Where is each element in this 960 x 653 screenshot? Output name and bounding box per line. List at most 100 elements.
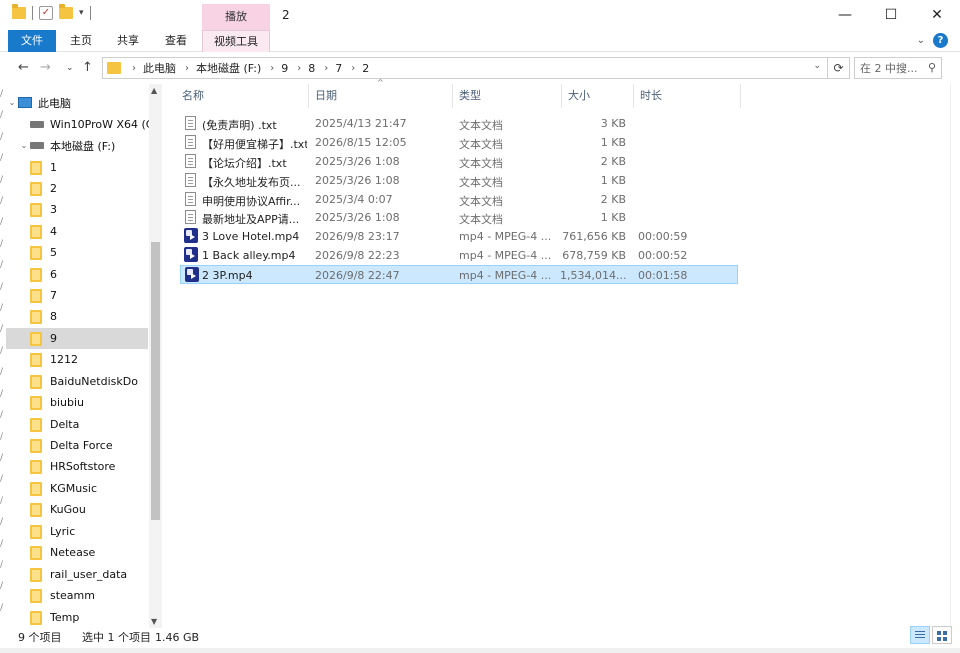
sidebar-item-folder-kgmusic[interactable]: KGMusic <box>30 478 148 499</box>
column-header-type[interactable]: 类型 <box>455 84 562 108</box>
sidebar-item-folder-2[interactable]: 2 <box>30 178 148 199</box>
forward-button[interactable]: → <box>40 60 51 75</box>
search-icon[interactable]: ⚲ <box>928 61 936 74</box>
refresh-button[interactable]: ⟳ <box>828 57 850 79</box>
collapsed-tree-edge: / / / / / / / / / / / / / / / / / / / / / / / / / <box>0 89 4 613</box>
sidebar-item-label: steamm <box>50 589 95 602</box>
file-row[interactable]: 【永久地址发布页... 2025/3/26 1:08 文本文档 1 KB <box>180 171 738 190</box>
file-row[interactable]: 最新地址及APP请... 2025/3/26 1:08 文本文档 1 KB <box>180 208 738 227</box>
expand-ribbon-chevron-icon[interactable]: ⌄ <box>917 35 925 46</box>
file-date: 2025/3/26 1:08 <box>315 211 400 224</box>
sidebar-item-label: 7 <box>50 289 57 302</box>
expand-arrow-icon[interactable]: ⌄ <box>18 141 30 150</box>
chevron-right-icon[interactable]: › <box>351 63 355 74</box>
expand-arrow-icon[interactable]: ⌄ <box>6 98 18 107</box>
column-header-size[interactable]: 大小 <box>564 84 634 108</box>
sidebar-item-folder-6[interactable]: 6 <box>30 264 148 285</box>
close-button[interactable]: ✕ <box>914 0 960 30</box>
search-input[interactable]: 在 2 中搜... ⚲ <box>854 57 942 79</box>
address-bar[interactable]: › 此电脑 › 本地磁盘 (F:) › 9 › 8 › 7 › 2 ⌄ <box>102 57 828 79</box>
content-scrollbar[interactable] <box>950 84 960 628</box>
breadcrumb-7[interactable]: 7 <box>335 62 342 75</box>
sidebar-item-label: Netease <box>50 546 96 559</box>
address-dropdown-chevron-icon[interactable]: ⌄ <box>813 61 821 71</box>
chevron-right-icon[interactable]: › <box>132 63 136 74</box>
file-row[interactable]: 【论坛介绍】.txt 2025/3/26 1:08 文本文档 2 KB <box>180 152 738 171</box>
sidebar-item-label: Win10ProW X64 (C <box>50 118 154 131</box>
ribbon-tabs: 文件 主页 共享 查看 视频工具 ⌄ ? <box>0 30 960 52</box>
minimize-button[interactable]: — <box>822 0 868 30</box>
breadcrumb-2[interactable]: 2 <box>362 62 369 75</box>
sidebar-item-folder-1[interactable]: 1 <box>30 157 148 178</box>
details-view-button[interactable] <box>910 626 930 644</box>
sidebar-item-folder-8[interactable]: 8 <box>30 306 148 327</box>
sidebar-item-folder-kugou[interactable]: KuGou <box>30 499 148 520</box>
breadcrumb-8[interactable]: 8 <box>308 62 315 75</box>
scroll-down-chevron-icon[interactable]: ▼ <box>151 617 157 626</box>
maximize-button[interactable]: ☐ <box>868 0 914 30</box>
sidebar-scrollbar[interactable]: ▲ ▼ <box>149 84 162 628</box>
chevron-right-icon[interactable]: › <box>185 63 189 74</box>
sidebar-item-this-pc[interactable]: ⌄ 此电脑 <box>6 92 148 113</box>
chevron-right-icon[interactable]: › <box>297 63 301 74</box>
sidebar-item-folder-baidunetdisk[interactable]: BaiduNetdiskDo <box>30 371 148 392</box>
large-icons-view-button[interactable] <box>932 626 952 644</box>
sidebar-item-folder-netease[interactable]: Netease <box>30 542 148 563</box>
chevron-right-icon[interactable]: › <box>270 63 274 74</box>
folder-icon[interactable] <box>12 4 26 19</box>
sidebar-item-folder-9[interactable]: 9 <box>6 328 148 349</box>
breadcrumb-this-pc[interactable]: 此电脑 <box>143 60 176 76</box>
help-icon[interactable]: ? <box>933 33 948 48</box>
sidebar-item-drive-f[interactable]: ⌄ 本地磁盘 (F:) <box>18 135 160 156</box>
file-row[interactable]: 1 Back alley.mp4 2026/9/8 22:23 mp4 - MP… <box>180 246 738 265</box>
tab-video-tools[interactable]: 视频工具 <box>202 30 270 52</box>
customize-qat-chevron-icon[interactable]: ▾ <box>79 8 84 18</box>
chevron-right-icon[interactable]: › <box>324 63 328 74</box>
sidebar-item-folder-lyric[interactable]: Lyric <box>30 521 148 542</box>
sidebar-item-drive-c[interactable]: Win10ProW X64 (C <box>18 114 160 135</box>
up-button[interactable]: ↑ <box>82 60 93 75</box>
text-file-icon <box>185 192 196 206</box>
sidebar-item-folder-1212[interactable]: 1212 <box>30 349 148 370</box>
breadcrumb-9[interactable]: 9 <box>281 62 288 75</box>
column-header-name[interactable]: 名称 <box>178 84 309 108</box>
file-row[interactable]: 申明使用协议Affir... 2025/3/4 0:07 文本文档 2 KB <box>180 190 738 209</box>
column-header-duration[interactable]: 时长 <box>636 84 741 108</box>
sidebar-item-folder-temp[interactable]: Temp <box>30 607 148 628</box>
column-header-date[interactable]: 日期 <box>311 84 453 108</box>
recent-locations-chevron-icon[interactable]: ⌄ <box>66 63 74 73</box>
sidebar-item-folder-steamm[interactable]: steamm <box>30 585 148 606</box>
file-row-selected[interactable]: 2 3P.mp4 2026/9/8 22:47 mp4 - MPEG-4 ...… <box>180 265 738 284</box>
breadcrumb-drive-f[interactable]: 本地磁盘 (F:) <box>196 60 261 76</box>
sidebar-item-folder-delta-force[interactable]: Delta Force <box>30 435 148 456</box>
tab-file[interactable]: 文件 <box>8 30 56 52</box>
sidebar-item-folder-4[interactable]: 4 <box>30 221 148 242</box>
sidebar-item-folder-7[interactable]: 7 <box>30 285 148 306</box>
details-view-icon <box>915 631 925 632</box>
sidebar-item-folder-rail-user-data[interactable]: rail_user_data <box>30 564 148 585</box>
folder-icon <box>30 352 42 367</box>
properties-icon[interactable]: ✓ <box>39 6 53 20</box>
new-folder-icon[interactable] <box>59 4 73 19</box>
sidebar-item-folder-5[interactable]: 5 <box>30 242 148 263</box>
scroll-up-chevron-icon[interactable]: ▲ <box>151 86 157 95</box>
tab-home[interactable]: 主页 <box>64 30 98 52</box>
file-row[interactable]: (免责声明) .txt 2025/4/13 21:47 文本文档 3 KB <box>180 114 738 133</box>
sidebar-item-folder-delta[interactable]: Delta <box>30 414 148 435</box>
tab-view[interactable]: 查看 <box>158 30 194 52</box>
folder-icon <box>30 502 42 517</box>
file-name: 【论坛介绍】.txt <box>202 157 287 170</box>
tab-share[interactable]: 共享 <box>110 30 146 52</box>
sidebar-item-folder-3[interactable]: 3 <box>30 199 148 220</box>
status-bar: 9 个项目 选中 1 个项目 1.46 GB <box>0 628 960 648</box>
back-button[interactable]: ← <box>18 60 29 75</box>
file-row[interactable]: 3 Love Hotel.mp4 2026/9/8 23:17 mp4 - MP… <box>180 227 738 246</box>
sidebar-item-folder-hrsoftstore[interactable]: HRSoftstore <box>30 456 148 477</box>
file-row[interactable]: 【好用便宜梯子】.txt 2026/8/15 12:05 文本文档 1 KB <box>180 133 738 152</box>
scrollbar-thumb[interactable] <box>151 242 160 520</box>
file-name: 3 Love Hotel.mp4 <box>202 230 300 243</box>
folder-icon <box>30 459 42 474</box>
sidebar-item-folder-biubiu[interactable]: biubiu <box>30 392 148 413</box>
file-type: 文本文档 <box>459 119 503 132</box>
file-name: 申明使用协议Affir... <box>202 195 301 208</box>
